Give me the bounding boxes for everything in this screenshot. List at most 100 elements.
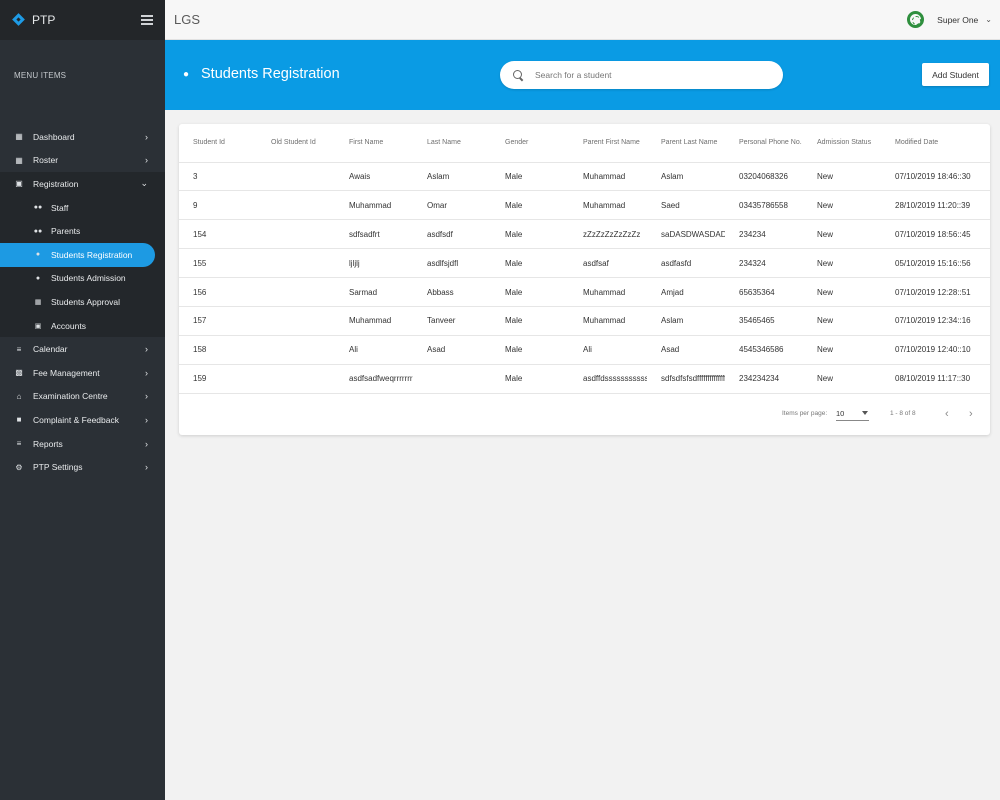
sidebar-item-students-approval[interactable]: ▦ Students Approval — [0, 290, 165, 314]
sidebar-item-label: Reports — [33, 438, 63, 449]
cell-parent-last-name: Aslam — [647, 306, 725, 336]
cell-gender: Male — [491, 190, 569, 221]
sidebar-item-examination-centre[interactable]: ⌂ Examination Centre › — [0, 385, 165, 409]
col-student-id[interactable]: Student Id — [179, 124, 257, 163]
cell-modified-date: 07/10/2019 12:40::10 — [881, 335, 990, 365]
cell-modified-date: 07/10/2019 12:34::16 — [881, 306, 990, 336]
cell-modified-date: 07/10/2019 18:46::30 — [881, 162, 990, 192]
sidebar-item-ptp-settings[interactable]: ⚙ PTP Settings › — [0, 455, 165, 479]
col-gender[interactable]: Gender — [491, 124, 569, 163]
cell-admission-status: New — [803, 277, 881, 307]
cell-old-student-id — [257, 219, 335, 250]
cell-gender: Male — [491, 364, 569, 394]
col-modified-date[interactable]: Modified Date — [881, 124, 990, 163]
person-icon: ● — [35, 251, 41, 259]
table-row[interactable]: 156 Sarmad Abbass Male Muhammad Amjad 65… — [179, 277, 990, 307]
cell-parent-first-name: Muhammad — [569, 190, 647, 221]
sidebar-item-label: Parents — [51, 226, 81, 237]
cell-phone: 35465465 — [725, 306, 803, 336]
chevron-down-icon: ⌄ — [140, 178, 148, 189]
search-box[interactable] — [500, 61, 783, 89]
col-old-student-id[interactable]: Old Student Id — [257, 124, 335, 163]
chevron-down-icon: ⌄ — [985, 15, 992, 24]
sidebar-item-students-registration[interactable]: ● Students Registration — [0, 242, 155, 267]
cell-gender: Male — [491, 248, 569, 279]
cell-parent-first-name: zZzZzZzZzZzZz — [569, 219, 647, 250]
col-parent-first-name[interactable]: Parent First Name — [569, 124, 647, 163]
sidebar-item-complaint-feedback[interactable]: ■ Complaint & Feedback › — [0, 408, 165, 432]
cell-student-id: 155 — [179, 248, 257, 279]
list-icon: ≡ — [16, 439, 22, 449]
sidebar-item-calendar[interactable]: ≡ Calendar › — [0, 337, 165, 361]
students-table: Student Id Old Student Id First Name Las… — [179, 124, 990, 394]
col-first-name[interactable]: First Name — [335, 124, 413, 163]
table-row[interactable]: 155 ljljlj asdlfsjdfl Male asdfsaf asdfa… — [179, 248, 990, 279]
sidebar-item-label: Staff — [51, 202, 69, 213]
col-last-name[interactable]: Last Name — [413, 124, 491, 163]
cell-parent-last-name: Aslam — [647, 162, 725, 192]
chevron-right-icon: › — [145, 391, 148, 402]
topbar: LGS Super One ⌄ — [165, 0, 1000, 40]
chevron-right-icon: › — [145, 131, 148, 142]
user-menu[interactable]: Super One ⌄ — [907, 11, 1000, 28]
cell-last-name — [413, 364, 491, 394]
sidebar-item-label: Complaint & Feedback — [33, 414, 119, 425]
menu-icon[interactable] — [141, 15, 153, 25]
search-input[interactable] — [535, 70, 755, 80]
chevron-right-icon: › — [145, 438, 148, 449]
table-row[interactable]: 154 sdfsadfrt asdfsdf Male zZzZzZzZzZzZz… — [179, 219, 990, 250]
cell-parent-last-name: Asad — [647, 335, 725, 365]
cell-admission-status: New — [803, 306, 881, 336]
items-per-page-value: 10 — [836, 408, 845, 418]
table-row[interactable]: 158 Ali Asad Male Ali Asad 4545346586 Ne… — [179, 335, 990, 365]
table-row[interactable]: 9 Muhammad Omar Male Muhammad Saed 03435… — [179, 190, 990, 221]
cell-parent-first-name: Muhammad — [569, 162, 647, 192]
sidebar-item-label: Registration — [33, 178, 79, 189]
page-range-label: 1 - 8 of 8 — [890, 410, 916, 417]
items-per-page-label: Items per page: — [782, 410, 828, 417]
table-row[interactable]: 3 Awais Aslam Male Muhammad Aslam 032040… — [179, 162, 990, 192]
cell-phone: 03435786558 — [725, 190, 803, 221]
table-row[interactable]: 157 Muhammad Tanveer Male Muhammad Aslam… — [179, 306, 990, 336]
cell-phone: 4545346586 — [725, 335, 803, 365]
sidebar-item-fee-management[interactable]: ▩ Fee Management › — [0, 361, 165, 385]
sidebar-item-label: Fee Management — [33, 367, 100, 378]
sidebar-item-students-admission[interactable]: ● Students Admission — [0, 267, 165, 291]
sidebar-item-accounts[interactable]: ▣ Accounts — [0, 314, 165, 338]
cell-last-name: Aslam — [413, 162, 491, 192]
sidebar-item-label: Accounts — [51, 320, 86, 331]
sidebar-item-dashboard[interactable]: ▦ Dashboard › — [0, 125, 165, 149]
table-row[interactable]: 159 asdfsadfweqrrrrrrrrrsadfsadfsdfaaaaa… — [179, 364, 990, 394]
cell-admission-status: New — [803, 364, 881, 394]
cell-last-name: asdlfsjdfl — [413, 248, 491, 279]
sidebar-item-staff[interactable]: ●● Staff — [0, 196, 165, 220]
person-icon: ● — [35, 274, 41, 282]
sidebar-item-reports[interactable]: ≡ Reports › — [0, 432, 165, 456]
next-page-button[interactable]: › — [969, 408, 973, 420]
items-per-page-select[interactable]: 10 — [836, 407, 869, 421]
cell-first-name: Sarmad — [335, 277, 413, 307]
cell-first-name: Muhammad — [335, 190, 413, 221]
col-admission-status[interactable]: Admission Status — [803, 124, 881, 163]
sidebar-item-registration[interactable]: ▣ Registration ⌄ — [0, 172, 165, 196]
cell-old-student-id — [257, 190, 335, 221]
sidebar-item-roster[interactable]: ▦ Roster › — [0, 149, 165, 173]
cell-old-student-id — [257, 335, 335, 365]
col-personal-phone[interactable]: Personal Phone No. — [725, 124, 803, 163]
cell-old-student-id — [257, 277, 335, 307]
sidebar-header: PTP — [0, 0, 165, 40]
add-student-button[interactable]: Add Student — [922, 63, 989, 86]
sidebar-item-parents[interactable]: ●● Parents — [0, 219, 165, 243]
table-header-row: Student Id Old Student Id First Name Las… — [179, 124, 990, 163]
cell-student-id: 157 — [179, 306, 257, 336]
cell-last-name: Tanveer — [413, 306, 491, 336]
col-parent-last-name[interactable]: Parent Last Name — [647, 124, 725, 163]
cell-phone: 65635364 — [725, 277, 803, 307]
cell-parent-last-name: sdfsdfsfsdfffffffffffffff — [647, 364, 725, 394]
previous-page-button[interactable]: ‹ — [945, 408, 949, 420]
sidebar-item-label: Students Registration — [51, 249, 133, 260]
cell-first-name: Ali — [335, 335, 413, 365]
search-icon — [513, 69, 524, 81]
lines-icon: ≡ — [16, 344, 22, 354]
sidebar-item-label: Students Approval — [51, 296, 120, 307]
